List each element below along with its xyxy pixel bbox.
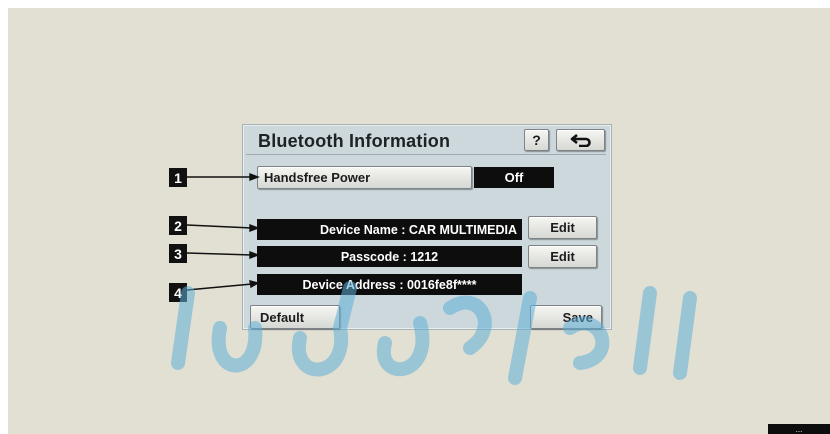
leader-arrow-3 (249, 250, 260, 260)
callout-2: 2 (169, 216, 187, 235)
leader-arrow-1 (249, 172, 260, 182)
callout-3: 3 (169, 244, 187, 263)
watermark-logo (171, 281, 697, 385)
leader-line-2 (186, 224, 253, 229)
leader-arrow-2 (249, 223, 260, 233)
callout-1: 1 (169, 168, 187, 187)
image-code-tag: ... (768, 424, 830, 434)
leader-line-3 (186, 252, 253, 256)
